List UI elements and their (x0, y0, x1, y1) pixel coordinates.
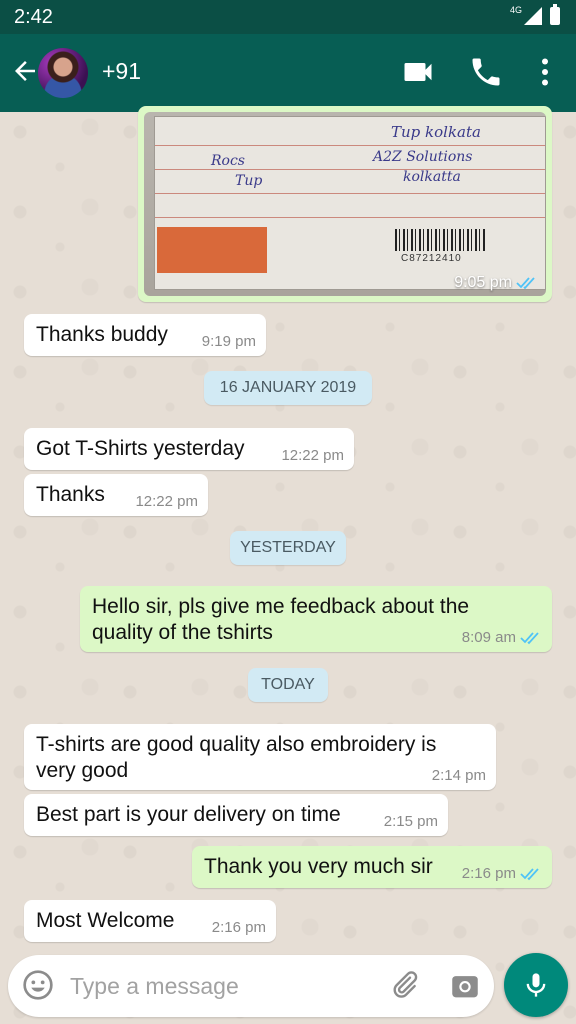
message-meta: 8:09 am (462, 629, 542, 646)
mic-button[interactable] (504, 953, 568, 1017)
double-tick-icon (516, 277, 535, 290)
handwriting-text: Tup (235, 173, 263, 189)
message-text: Hello sir, pls give me feedback about th… (92, 595, 470, 644)
message-input-bar[interactable]: Type a message (8, 955, 494, 1017)
message-time: 8:09 am (461, 629, 516, 646)
signal-icon (524, 7, 542, 25)
message-meta: 9:05 pm (454, 274, 538, 292)
camera-icon[interactable] (448, 969, 482, 1003)
double-tick-icon (520, 631, 539, 644)
status-time: 2:42 (14, 6, 53, 28)
receipt-number: C87212410 (401, 253, 462, 264)
receipt-orange-block (157, 227, 267, 273)
handwriting-text: Tup kolkata (391, 123, 481, 141)
message-time: 2:14 pm (431, 767, 486, 784)
message-meta: 2:16 pm (212, 919, 266, 936)
message-time: 9:05 pm (454, 274, 512, 291)
message-bubble-incoming[interactable]: Most Welcome 2:16 pm (24, 900, 276, 942)
status-bar: 2:42 4G (0, 0, 576, 34)
message-text: Most Welcome (36, 909, 175, 932)
contact-name[interactable]: +91 (102, 58, 141, 85)
courier-receipt: Tup kolkata A2Z Solutions kolkatta Tup R… (154, 116, 546, 290)
more-vert-icon[interactable] (527, 54, 563, 90)
message-bubble-outgoing[interactable]: Thank you very much sir 2:16 pm (192, 846, 552, 888)
battery-icon (550, 4, 560, 25)
message-text: Got T-Shirts yesterday (36, 437, 245, 460)
message-time: 2:16 pm (461, 865, 516, 882)
handwriting-text: Rocs (211, 153, 245, 169)
message-time: 12:22 pm (135, 493, 198, 510)
message-meta: 2:15 pm (384, 813, 438, 830)
message-text: Thanks buddy (36, 323, 168, 346)
message-bubble-incoming[interactable]: Thanks buddy 9:19 pm (24, 314, 266, 356)
message-meta: 2:16 pm (462, 865, 542, 882)
message-bubble-outgoing[interactable]: Hello sir, pls give me feedback about th… (80, 586, 552, 652)
status-icons: 4G (509, 4, 560, 25)
date-chip: YESTERDAY (230, 531, 346, 565)
handwriting-text: kolkatta (403, 169, 461, 185)
barcode (395, 229, 485, 251)
receipt-photo[interactable]: Tup kolkata A2Z Solutions kolkatta Tup R… (144, 112, 546, 296)
double-tick-icon (520, 867, 539, 880)
phone-icon[interactable] (468, 54, 504, 90)
date-chip: TODAY (248, 668, 328, 702)
message-meta: 12:22 pm (135, 493, 198, 510)
message-time: 2:15 pm (383, 813, 438, 830)
message-time: 9:19 pm (201, 333, 256, 350)
message-time: 12:22 pm (281, 447, 344, 464)
message-text: T-shirts are good quality also embroider… (36, 733, 437, 782)
message-text: Best part is your delivery on time (36, 803, 341, 826)
message-time: 2:16 pm (211, 919, 266, 936)
attach-icon[interactable] (388, 969, 420, 1001)
back-arrow-icon[interactable] (10, 56, 40, 86)
image-message[interactable]: Tup kolkata A2Z Solutions kolkatta Tup R… (138, 106, 552, 302)
message-input[interactable]: Type a message (70, 973, 239, 1000)
message-bubble-incoming[interactable]: Got T-Shirts yesterday 12:22 pm (24, 428, 354, 470)
message-bubble-incoming[interactable]: T-shirts are good quality also embroider… (24, 724, 496, 790)
message-bubble-incoming[interactable]: Best part is your delivery on time 2:15 … (24, 794, 448, 836)
mic-icon (526, 973, 546, 997)
emoji-icon[interactable] (22, 969, 54, 1001)
message-meta: 9:19 pm (202, 333, 256, 350)
message-text: Thank you very much sir (204, 855, 433, 878)
message-meta: 2:14 pm (432, 767, 486, 784)
chat-header: +91 (0, 34, 576, 112)
message-meta: 12:22 pm (281, 447, 344, 464)
video-call-icon[interactable] (400, 54, 436, 90)
message-text: Thanks (36, 483, 105, 506)
date-chip: 16 JANUARY 2019 (204, 371, 372, 405)
handwriting-text: A2Z Solutions (373, 149, 473, 165)
avatar[interactable] (38, 48, 88, 98)
message-bubble-incoming[interactable]: Thanks 12:22 pm (24, 474, 208, 516)
network-type: 4G (509, 5, 522, 15)
